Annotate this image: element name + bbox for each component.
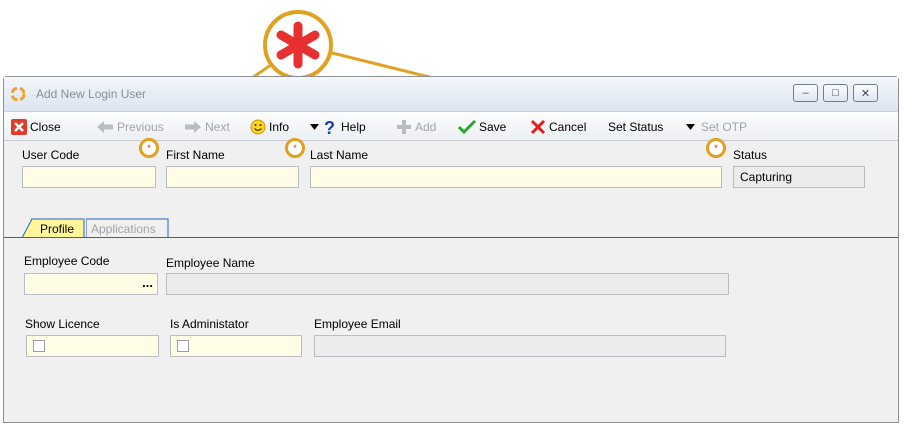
maximize-button[interactable]: □ (823, 84, 848, 102)
is-administator-label: Is Administator (170, 317, 249, 331)
tab-strip-line (4, 237, 898, 238)
last-name-label: Last Name (310, 148, 369, 162)
plus-icon (397, 120, 411, 134)
tab-applications[interactable]: Applications (86, 218, 170, 238)
help-label: Help (341, 120, 366, 134)
tab-profile-label: Profile (40, 222, 75, 236)
info-dropdown-arrow[interactable] (310, 118, 322, 136)
close-window-button[interactable]: ✕ (853, 84, 878, 102)
info-label: Info (269, 120, 290, 134)
close-label: Close (30, 120, 61, 134)
previous-button[interactable]: Previous (96, 118, 164, 136)
employee-email-input[interactable] (314, 335, 726, 357)
employee-code-input[interactable]: ... (24, 273, 158, 295)
cancel-x-icon (530, 119, 546, 135)
employee-code-lookup-button[interactable]: ... (142, 275, 153, 290)
help-button[interactable]: ? Help (324, 118, 366, 136)
asterisk-icon (276, 21, 320, 69)
add-login-user-window: Add New Login User – □ ✕ Close Previous … (3, 76, 899, 423)
save-label: Save (479, 120, 507, 134)
arrow-left-icon (97, 121, 113, 133)
cancel-label: Cancel (549, 120, 587, 134)
employee-code-label: Employee Code (24, 254, 110, 268)
checkmark-icon (458, 120, 476, 134)
callout-ring-status: * (706, 138, 726, 158)
status-value: Capturing (740, 170, 793, 184)
window-title: Add New Login User (36, 87, 147, 101)
close-icon: ✕ (860, 87, 871, 100)
add-label: Add (415, 120, 437, 134)
set-status-button[interactable]: Set Status (608, 118, 663, 136)
chevron-down-icon (310, 124, 319, 130)
first-name-input[interactable] (166, 166, 299, 188)
minimize-button[interactable]: – (793, 84, 818, 102)
previous-label: Previous (117, 120, 164, 134)
employee-email-label: Employee Email (314, 317, 401, 331)
status-label: Status (733, 148, 768, 162)
next-label: Next (205, 120, 230, 134)
minimize-icon: – (802, 87, 809, 99)
next-button[interactable]: Next (184, 118, 230, 136)
employee-name-label: Employee Name (166, 256, 255, 270)
show-licence-label: Show Licence (25, 317, 100, 331)
user-code-label: User Code (22, 148, 80, 162)
arrow-right-icon (185, 121, 201, 133)
help-icon: ? (324, 118, 335, 136)
chevron-down-icon (686, 124, 695, 130)
callout-ring-last-name-star: * (293, 143, 297, 153)
callout-ring-status-star: * (714, 143, 718, 153)
is-administator-field (170, 335, 302, 357)
callout-ring-last-name: * (285, 138, 305, 158)
set-otp-button[interactable]: Set OTP (701, 118, 747, 136)
smiley-icon (250, 119, 266, 135)
title-bar: Add New Login User – □ ✕ (4, 77, 898, 112)
add-button[interactable]: Add (396, 118, 436, 136)
maximize-icon: □ (832, 87, 839, 99)
show-licence-field (26, 335, 159, 357)
show-licence-checkbox[interactable] (33, 340, 45, 352)
svg-text:?: ? (324, 118, 335, 136)
cancel-button[interactable]: Cancel (530, 118, 586, 136)
set-status-dropdown-arrow[interactable] (686, 118, 698, 136)
employee-name-field (166, 273, 729, 295)
set-status-label: Set Status (608, 120, 664, 134)
callout-ring-first-name-star: * (147, 143, 151, 153)
tab-profile[interactable]: Profile (22, 218, 86, 238)
first-name-label: First Name (166, 148, 225, 162)
set-otp-label: Set OTP (701, 120, 748, 134)
callout-ring-first-name: * (139, 138, 159, 158)
user-code-input[interactable] (22, 166, 156, 188)
close-red-icon (11, 119, 27, 135)
tab-applications-label: Applications (91, 222, 156, 236)
app-logo-icon (11, 87, 25, 101)
info-button[interactable]: Info (250, 118, 289, 136)
toolbar: Close Previous Next Info ? Help Add Save (4, 112, 898, 141)
close-button[interactable]: Close (11, 118, 61, 136)
save-button[interactable]: Save (458, 118, 506, 136)
last-name-input[interactable] (310, 166, 722, 188)
callout-asterisk-badge (263, 10, 333, 80)
status-field: Capturing (733, 166, 865, 188)
is-administator-checkbox[interactable] (177, 340, 189, 352)
